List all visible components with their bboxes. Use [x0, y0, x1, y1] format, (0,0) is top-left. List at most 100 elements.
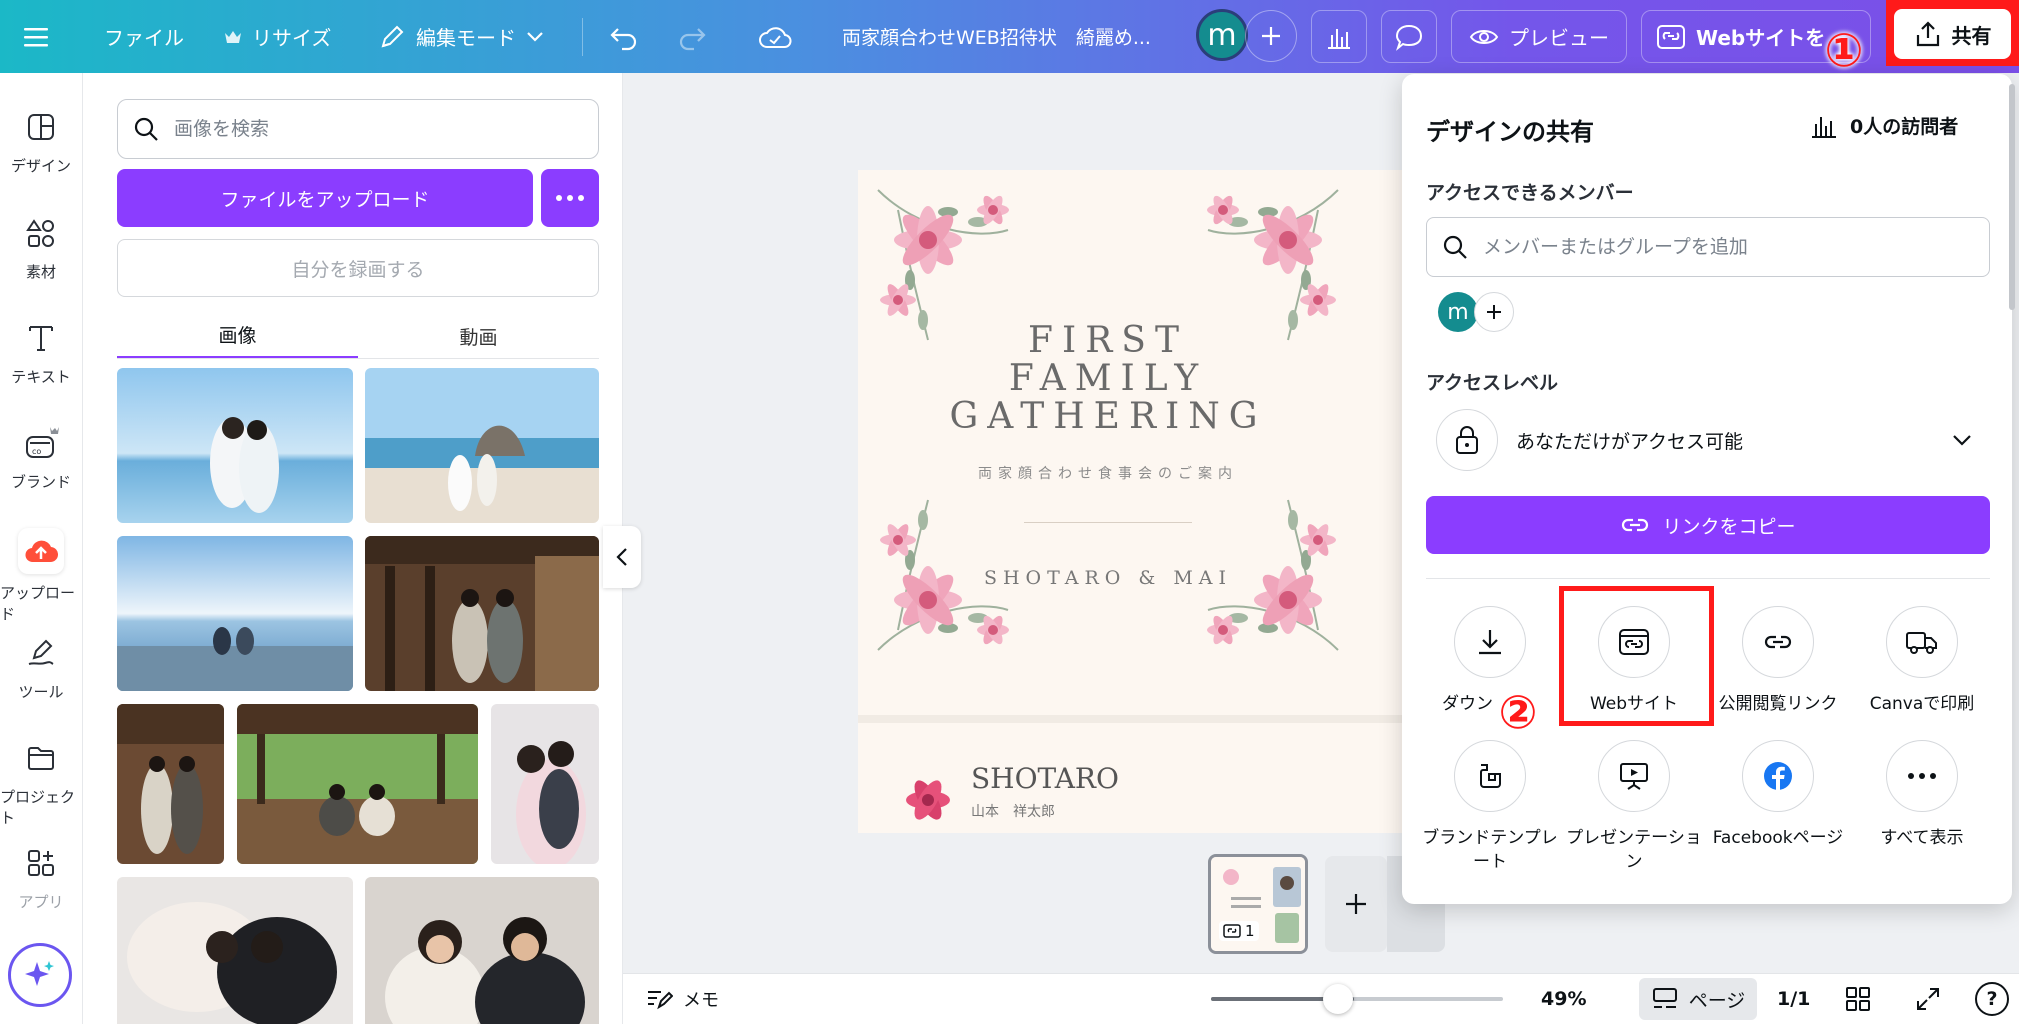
- edit-mode-dropdown[interactable]: 編集モード: [378, 0, 544, 73]
- photo-thumbnail[interactable]: [117, 368, 353, 523]
- visitors-button[interactable]: 0人の訪問者: [1810, 112, 1958, 139]
- member-search[interactable]: [1426, 217, 1990, 277]
- share-button[interactable]: 共有: [1894, 9, 2011, 59]
- help-button[interactable]: ?: [1975, 982, 2009, 1016]
- option-label: プレゼンテーション: [1566, 828, 1702, 872]
- beach-rock-photo: [365, 368, 599, 523]
- zoom-slider[interactable]: [1211, 984, 1503, 1014]
- photo-thumbnail[interactable]: [237, 704, 478, 864]
- garden-sitting-photo: [237, 704, 478, 864]
- embrace-photo: [491, 704, 599, 864]
- option-label: すべて表示: [1880, 828, 1964, 848]
- member-avatar[interactable]: m: [1438, 292, 1478, 332]
- zoom-slider-handle[interactable]: [1323, 984, 1353, 1014]
- add-page-button[interactable]: [1325, 856, 1387, 952]
- more-dots-icon: [556, 195, 584, 201]
- document-title[interactable]: 両家顔合わせWEB招待状 綺麗め...: [842, 0, 1151, 73]
- option-public-link[interactable]: 公開閲覧リンク: [1706, 606, 1850, 716]
- page-number: 1: [1245, 922, 1255, 940]
- brand-icon: co: [26, 427, 59, 458]
- popover-scrollbar[interactable]: [2009, 84, 2015, 310]
- image-search[interactable]: [117, 99, 599, 159]
- option-label: Facebookページ: [1712, 828, 1844, 848]
- photo-thumbnail[interactable]: [117, 877, 353, 1024]
- rail-elements[interactable]: 素材: [0, 213, 82, 313]
- invitation-page[interactable]: FIRST FAMILY GATHERING 両家顔合わせ食事会のご案内 SHO…: [858, 170, 1418, 833]
- access-level-dropdown[interactable]: あなただけがアクセス可能: [1426, 408, 1990, 472]
- comment-icon: [1395, 24, 1423, 51]
- pages-view-button[interactable]: ページ: [1639, 978, 1757, 1020]
- option-show-all[interactable]: すべて表示: [1850, 740, 1994, 850]
- notes-button[interactable]: メモ: [645, 986, 719, 1012]
- menu-button[interactable]: [22, 0, 50, 73]
- comments-button[interactable]: [1381, 10, 1437, 63]
- plus-icon: [1487, 305, 1501, 319]
- sparkle-icon: [25, 961, 54, 986]
- share-button-highlight: 共有: [1886, 0, 2019, 66]
- laughing-couple-photo: [365, 877, 599, 1024]
- undo-button[interactable]: [608, 0, 640, 73]
- option-facebook[interactable]: Facebookページ: [1706, 740, 1850, 850]
- option-presentation[interactable]: プレゼンテーション: [1562, 740, 1706, 874]
- photo-thumbnail[interactable]: [365, 368, 599, 523]
- invitation-divider: [1024, 522, 1192, 523]
- corridor-kimono-photo: [365, 536, 599, 691]
- grid-view-button[interactable]: [1845, 986, 1871, 1012]
- photo-thumbnail[interactable]: [117, 704, 224, 864]
- member-search-input[interactable]: [1483, 236, 1953, 258]
- top-bar: ファイル リサイズ 編集モード 両家顔合わせWEB招待状 綺麗め... m プレ…: [0, 0, 2019, 73]
- truck-icon: [1906, 632, 1937, 654]
- rail-label: ブランド: [10, 473, 71, 491]
- option-brand-template[interactable]: ブランドテンプレート: [1418, 740, 1562, 874]
- zoom-level[interactable]: 49%: [1541, 988, 1586, 1010]
- rail-apps[interactable]: アプリ: [0, 843, 82, 943]
- rail-projects[interactable]: プロジェクト: [0, 738, 82, 838]
- upload-more-button[interactable]: [541, 169, 599, 227]
- resize-button[interactable]: リサイズ: [224, 0, 331, 73]
- text-icon: [29, 326, 53, 351]
- avatar[interactable]: m: [1196, 9, 1248, 61]
- layout-icon: [28, 114, 54, 140]
- rail-label: 素材: [25, 263, 56, 281]
- rail-design[interactable]: デザイン: [0, 107, 82, 207]
- annotation-step-2: ②: [1498, 685, 1538, 739]
- add-member-button[interactable]: [1474, 292, 1514, 332]
- rail-uploads[interactable]: アップロード: [0, 528, 82, 628]
- option-print[interactable]: Canvaで印刷: [1850, 606, 1994, 716]
- magic-assistant-button[interactable]: [8, 943, 72, 1007]
- insights-button[interactable]: [1311, 10, 1367, 63]
- upload-files-button[interactable]: ファイルをアップロード: [117, 169, 533, 227]
- link-icon: [1764, 635, 1792, 649]
- rail-text[interactable]: テキスト: [0, 318, 82, 418]
- photo-thumbnail[interactable]: [365, 877, 599, 1024]
- tab-divider: [117, 358, 599, 359]
- collapse-panel-button[interactable]: [603, 526, 641, 588]
- photo-thumbnail[interactable]: [117, 536, 353, 691]
- access-level-value: あなただけがアクセス可能: [1516, 430, 1744, 453]
- groom-name: SHOTARO: [971, 762, 1119, 795]
- image-search-input[interactable]: [174, 118, 574, 140]
- photo-thumbnail[interactable]: [491, 704, 599, 864]
- save-status[interactable]: [758, 0, 792, 73]
- rail-brand[interactable]: co ブランド: [0, 423, 82, 523]
- bar-chart-icon: [1812, 116, 1836, 138]
- website-option-highlight: [1559, 586, 1714, 726]
- page-thumbnail[interactable]: 1: [1208, 854, 1308, 954]
- rail-label: アプリ: [18, 893, 64, 911]
- website-icon: [1657, 24, 1685, 49]
- preview-button[interactable]: プレビュー: [1451, 10, 1627, 63]
- invitation-title-line: FIRST: [1028, 320, 1188, 361]
- file-menu[interactable]: ファイル: [104, 0, 184, 73]
- rail-tools[interactable]: ツール: [0, 633, 82, 733]
- tab-videos[interactable]: 動画: [358, 313, 599, 359]
- fullscreen-button[interactable]: [1915, 986, 1941, 1012]
- redo-button[interactable]: [676, 0, 708, 73]
- tab-images[interactable]: 画像: [117, 313, 358, 359]
- folder-icon: [28, 747, 54, 770]
- chevron-down-icon: [527, 31, 543, 42]
- invite-button[interactable]: [1245, 10, 1297, 62]
- photo-thumbnail[interactable]: [365, 536, 599, 691]
- copy-link-button[interactable]: リンクをコピー: [1426, 496, 1990, 554]
- record-yourself-button[interactable]: 自分を録画する: [117, 239, 599, 297]
- floral-decoration: [877, 189, 1339, 651]
